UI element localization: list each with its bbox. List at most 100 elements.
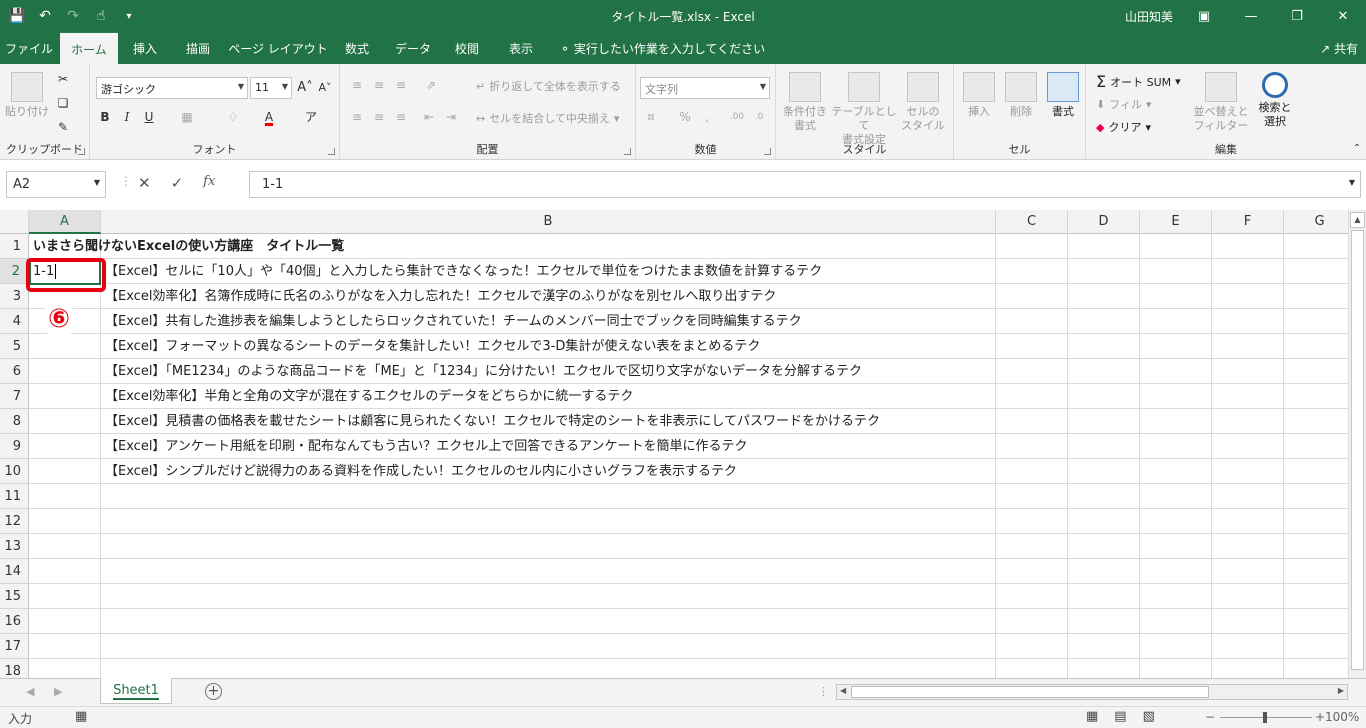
shrink-font-icon[interactable]: A˅: [316, 79, 334, 97]
align-right-icon[interactable]: ≡: [392, 108, 410, 126]
align-top-icon[interactable]: ≡: [348, 76, 366, 94]
insert-cells-button[interactable]: 挿入: [960, 72, 998, 119]
tab-file[interactable]: ファイル: [0, 32, 58, 64]
close-icon[interactable]: ✕: [1320, 0, 1366, 32]
tab-split-handle-icon[interactable]: ⋮: [818, 685, 829, 698]
decrease-decimal-icon[interactable]: .0: [750, 108, 768, 126]
percent-icon[interactable]: %: [676, 108, 694, 126]
align-middle-icon[interactable]: ≡: [370, 76, 388, 94]
column-header-e[interactable]: E: [1140, 210, 1212, 234]
row-header-8[interactable]: 8: [0, 409, 29, 434]
format-painter-icon[interactable]: ✎: [54, 118, 72, 136]
add-sheet-icon[interactable]: +: [205, 683, 222, 700]
row-header-14[interactable]: 14: [0, 559, 29, 584]
collapse-ribbon-icon[interactable]: ⌃: [1348, 140, 1366, 158]
copy-icon[interactable]: ❏: [54, 94, 72, 112]
name-box[interactable]: A2 ▼: [6, 171, 106, 198]
cell-a1[interactable]: いまさら聞けないExcelの使い方講座 タイトル一覧: [33, 234, 344, 259]
font-size-select[interactable]: 11 ▼: [250, 77, 292, 99]
row-header-7[interactable]: 7: [0, 384, 29, 409]
decrease-indent-icon[interactable]: ⇤: [420, 108, 438, 126]
row-header-17[interactable]: 17: [0, 634, 29, 659]
conditional-format-button[interactable]: 条件付き 書式: [780, 72, 830, 133]
scroll-up-icon[interactable]: ▲: [1350, 212, 1365, 228]
row-header-18[interactable]: 18: [0, 659, 29, 678]
cell-b10[interactable]: 【Excel】シンプルだけど説得力のある資料を作成したい！エクセルのセル内に小さ…: [105, 459, 737, 484]
formula-input[interactable]: 1-1 ▼: [249, 171, 1361, 198]
cell-b8[interactable]: 【Excel】見積書の価格表を載せたシートは顧客に見られたくない！エクセルで特定…: [105, 409, 880, 434]
row-header-11[interactable]: 11: [0, 484, 29, 509]
fill-color-icon[interactable]: ♢: [224, 108, 242, 126]
number-format-select[interactable]: 文字列 ▼: [640, 77, 770, 99]
column-header-f[interactable]: F: [1212, 210, 1284, 234]
tab-review[interactable]: 校閲: [442, 32, 492, 64]
vertical-scroll-thumb[interactable]: [1351, 230, 1364, 670]
tab-home[interactable]: ホーム: [60, 32, 118, 64]
align-left-icon[interactable]: ≡: [348, 108, 366, 126]
enter-icon[interactable]: ✓: [171, 174, 184, 192]
clipboard-launcher-icon[interactable]: [78, 148, 85, 155]
row-header-12[interactable]: 12: [0, 509, 29, 534]
column-header-b[interactable]: B: [101, 210, 996, 234]
phonetic-icon[interactable]: ア: [302, 108, 320, 126]
row-header-3[interactable]: 3: [0, 284, 29, 309]
row-header-1[interactable]: 1: [0, 234, 29, 259]
worksheet-grid[interactable]: A B C D E F G 1 2 3 4 5 6 7 8 9 10 11 12 13 14 15 16 17 1…: [0, 210, 1348, 678]
cell-b6[interactable]: 【Excel】「ME1234」のような商品コードを「ME」と「1234」に分けた…: [105, 359, 862, 384]
align-center-icon[interactable]: ≡: [370, 108, 388, 126]
tab-page-layout[interactable]: ページ レイアウト: [226, 32, 330, 64]
cancel-icon[interactable]: ✕: [138, 174, 151, 192]
cell-b7[interactable]: 【Excel効率化】半角と全角の文字が混在するエクセルのデータをどちらかに統一す…: [105, 384, 633, 409]
insert-function-icon[interactable]: fx: [203, 174, 215, 192]
row-header-5[interactable]: 5: [0, 334, 29, 359]
format-as-table-button[interactable]: テーブルとして 書式設定: [830, 72, 898, 147]
cell-b2[interactable]: 【Excel】セルに「10人」や「40個」と入力したら集計できなくなった！エクセ…: [105, 259, 822, 284]
increase-decimal-icon[interactable]: .00: [728, 108, 746, 126]
tell-me-box[interactable]: ⚬ 実行したい作業を入力してください: [560, 32, 765, 64]
underline-icon[interactable]: U: [140, 108, 158, 126]
zoom-out-icon[interactable]: −: [1205, 710, 1215, 724]
row-header-2[interactable]: 2: [0, 259, 29, 284]
currency-icon[interactable]: ¤: [642, 108, 660, 126]
font-color-icon[interactable]: A: [260, 108, 278, 126]
column-header-a[interactable]: A: [29, 210, 101, 234]
row-header-16[interactable]: 16: [0, 609, 29, 634]
grow-font-icon[interactable]: A˄: [296, 79, 314, 97]
cell-styles-button[interactable]: セルの スタイル: [898, 72, 948, 133]
horizontal-scroll-thumb[interactable]: [851, 686, 1209, 698]
page-break-view-icon[interactable]: ▧: [1143, 709, 1155, 724]
scroll-right-icon[interactable]: ▶: [1338, 686, 1344, 695]
tab-view[interactable]: 表示: [496, 32, 546, 64]
column-header-d[interactable]: D: [1068, 210, 1140, 234]
wrap-text-button[interactable]: ↵ 折り返して全体を表示する: [476, 78, 621, 94]
scroll-tabs-right-icon[interactable]: ▶: [54, 685, 62, 698]
zoom-in-icon[interactable]: +: [1315, 710, 1325, 724]
delete-cells-button[interactable]: 削除: [1002, 72, 1040, 119]
italic-icon[interactable]: I: [118, 108, 136, 126]
normal-view-icon[interactable]: ▦: [1086, 709, 1098, 724]
page-layout-view-icon[interactable]: ▤: [1114, 709, 1126, 724]
font-name-select[interactable]: 游ゴシック ▼: [96, 77, 248, 99]
sheet-tab-sheet1[interactable]: Sheet1: [100, 678, 172, 704]
align-bottom-icon[interactable]: ≡: [392, 76, 410, 94]
cell-b3[interactable]: 【Excel効率化】名簿作成時に氏名のふりがなを入力し忘れた！エクセルで漢字のふ…: [105, 284, 776, 309]
macro-record-icon[interactable]: ▦: [75, 709, 87, 724]
cell-b4[interactable]: 【Excel】共有した進捗表を編集しようとしたらロックされていた！チームのメンバ…: [105, 309, 802, 334]
tab-formulas[interactable]: 数式: [332, 32, 382, 64]
autosum-button[interactable]: Σ オート SUM ▾: [1096, 72, 1181, 91]
paste-button[interactable]: 貼り付け: [4, 72, 50, 119]
comma-style-icon[interactable]: ,: [698, 108, 716, 126]
font-launcher-icon[interactable]: [328, 148, 335, 155]
column-header-c[interactable]: C: [996, 210, 1068, 234]
restore-icon[interactable]: ❐: [1274, 0, 1320, 32]
ribbon-display-icon[interactable]: ▣: [1181, 0, 1227, 32]
row-header-15[interactable]: 15: [0, 584, 29, 609]
user-name[interactable]: 山田知美: [1125, 8, 1173, 25]
fill-button[interactable]: ⬇ フィル ▾: [1096, 96, 1152, 112]
zoom-level[interactable]: 100%: [1325, 710, 1359, 724]
alignment-launcher-icon[interactable]: [624, 148, 631, 155]
merge-center-button[interactable]: ↔ セルを結合して中央揃え ▾: [476, 110, 619, 126]
row-header-6[interactable]: 6: [0, 359, 29, 384]
tab-draw[interactable]: 描画: [172, 32, 224, 64]
bold-icon[interactable]: B: [96, 108, 114, 126]
